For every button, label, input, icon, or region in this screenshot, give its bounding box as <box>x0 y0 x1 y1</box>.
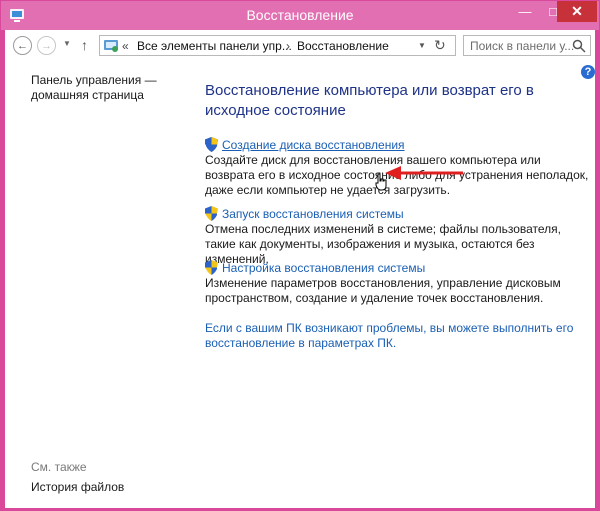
system-restore-section: Запуск восстановления системы Отмена пос… <box>205 206 590 267</box>
title-bar[interactable]: Восстановление — □ ✕ <box>1 1 599 30</box>
up-button[interactable]: ↑ <box>81 37 88 53</box>
pc-settings-recovery-link[interactable]: Если с вашим ПК возникают проблемы, вы м… <box>205 321 590 351</box>
file-history-link[interactable]: История файлов <box>31 480 124 494</box>
content-area: ← → ▼ ↑ « Все элементы панели упр... › В… <box>5 30 595 508</box>
hand-cursor-icon <box>375 173 387 191</box>
close-button[interactable]: ✕ <box>557 1 597 22</box>
address-dropdown-icon[interactable]: ▼ <box>418 41 426 50</box>
control-panel-icon <box>104 40 118 52</box>
start-system-restore-link[interactable]: Запуск восстановления системы <box>222 207 404 221</box>
forward-arrow-icon: → <box>41 39 52 52</box>
forward-button[interactable]: → <box>37 36 56 55</box>
page-title: Восстановление компьютера или возврат ег… <box>205 82 534 119</box>
breadcrumb-all-items[interactable]: Все элементы панели упр... <box>137 39 292 53</box>
control-panel-home-link[interactable]: Панель управления — домашняя страница <box>31 73 181 103</box>
search-placeholder: Поиск в панели у... <box>470 39 575 53</box>
uac-shield-icon <box>205 206 218 221</box>
breadcrumb-recovery[interactable]: Восстановление <box>297 39 389 53</box>
address-bar[interactable]: « Все элементы панели упр... › Восстанов… <box>99 35 456 56</box>
help-icon[interactable]: ? <box>581 65 595 79</box>
window-title: Восстановление <box>246 7 354 23</box>
minimize-button[interactable]: — <box>511 1 539 22</box>
uac-shield-icon <box>205 137 218 152</box>
navigation-bar: ← → ▼ ↑ « Все элементы панели упр... › В… <box>5 30 595 62</box>
back-arrow-icon: ← <box>17 39 28 52</box>
search-input[interactable]: Поиск в панели у... <box>463 35 591 56</box>
create-recovery-drive-link[interactable]: Создание диска восстановления <box>222 138 405 152</box>
configure-restore-section: Настройка восстановления системы Изменен… <box>205 260 590 306</box>
window: Восстановление — □ ✕ ← → ▼ ↑ « Все элеме… <box>0 0 600 511</box>
address-overflow-icon[interactable]: « <box>122 39 129 53</box>
configure-system-restore-description: Изменение параметров восстановления, упр… <box>205 276 561 305</box>
back-button[interactable]: ← <box>13 36 32 55</box>
search-icon[interactable] <box>572 39 586 53</box>
red-annotation-arrow-icon <box>385 166 463 180</box>
breadcrumb-separator-icon[interactable]: › <box>286 39 290 53</box>
see-also-label: См. также <box>31 460 87 474</box>
recent-locations-icon[interactable]: ▼ <box>63 39 71 48</box>
uac-shield-icon <box>205 260 218 275</box>
configure-system-restore-link[interactable]: Настройка восстановления системы <box>222 261 425 275</box>
refresh-icon[interactable]: ↻ <box>434 37 446 54</box>
